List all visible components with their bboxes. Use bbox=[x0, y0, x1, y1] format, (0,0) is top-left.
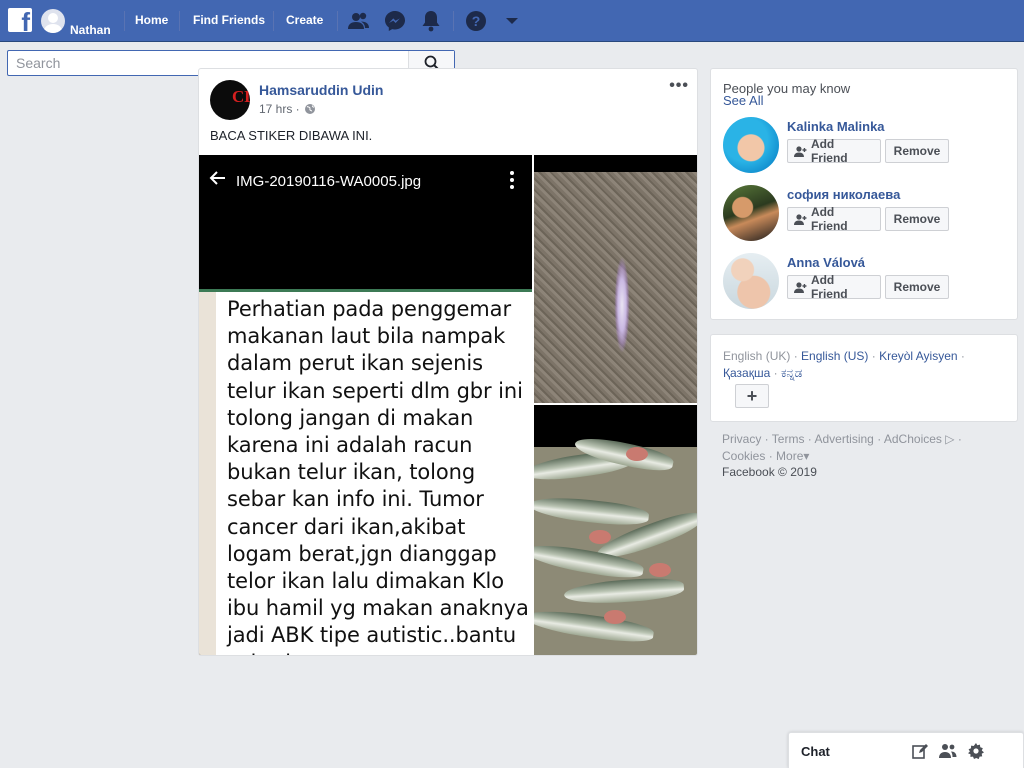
footer-more[interactable]: More bbox=[776, 449, 803, 463]
post-author-name[interactable]: Hamsaruddin Udin bbox=[259, 82, 383, 98]
user-avatar[interactable] bbox=[41, 9, 65, 33]
add-friend-button[interactable]: Add Friend bbox=[787, 137, 881, 165]
footer-terms[interactable]: Terms bbox=[772, 432, 805, 446]
see-all-link[interactable]: See All bbox=[723, 93, 763, 108]
remove-label: Remove bbox=[893, 212, 941, 226]
person-name[interactable]: Anna Válová bbox=[787, 255, 865, 270]
add-friend-icon bbox=[794, 213, 807, 225]
suggested-person: софия николаева Add Friend Remove bbox=[723, 185, 1013, 243]
footer-cookies[interactable]: Cookies bbox=[722, 449, 765, 463]
fish-gut-mark bbox=[649, 563, 671, 577]
person-name[interactable]: софия николаева bbox=[787, 187, 900, 202]
suggested-person: Kalinka Malinka Add Friend Remove bbox=[723, 117, 1013, 175]
post-author-avatar[interactable]: CL bbox=[210, 80, 250, 120]
add-friend-button[interactable]: Add Friend bbox=[787, 273, 881, 301]
add-friend-button[interactable]: Add Friend bbox=[787, 205, 881, 233]
footer-privacy[interactable]: Privacy bbox=[722, 432, 761, 446]
svg-text:?: ? bbox=[472, 13, 481, 29]
help-icon[interactable]: ? bbox=[465, 10, 487, 32]
chat-background: Perhatian pada penggemar makanan laut bi… bbox=[199, 292, 532, 655]
more-caret-icon: ▾ bbox=[803, 449, 810, 463]
language-option-kazakh[interactable]: Қазақша bbox=[723, 366, 770, 380]
globe-icon bbox=[304, 104, 315, 114]
top-navigation-bar: f Nathan Home Find Friends Create ? bbox=[0, 0, 1024, 42]
adchoices-icon: ▷ bbox=[945, 432, 955, 446]
remove-button[interactable]: Remove bbox=[885, 139, 949, 163]
facebook-logo[interactable]: f bbox=[8, 8, 32, 32]
nav-find-friends[interactable]: Find Friends bbox=[193, 13, 265, 27]
post-photo-sea-worm[interactable] bbox=[534, 155, 697, 403]
post-text: BACA STIKER DIBAWA INI. bbox=[210, 128, 373, 143]
post-options-icon[interactable]: ••• bbox=[669, 77, 689, 95]
post-timestamp[interactable]: 17 hrs · bbox=[259, 102, 300, 116]
remove-button[interactable]: Remove bbox=[885, 207, 949, 231]
language-option-kannada[interactable]: ಕನ್ನಡ bbox=[781, 366, 802, 380]
nav-divider bbox=[124, 11, 125, 31]
new-message-icon[interactable] bbox=[911, 742, 929, 760]
add-language-button[interactable]: + bbox=[735, 384, 769, 408]
add-friend-label: Add Friend bbox=[810, 205, 848, 233]
account-menu-icon[interactable] bbox=[501, 10, 523, 32]
footer-advertising[interactable]: Advertising bbox=[814, 432, 873, 446]
image-viewer-header: IMG-20190116-WA0005.jpg bbox=[199, 155, 532, 289]
add-friend-icon bbox=[794, 145, 807, 157]
chat-settings-gear-icon[interactable] bbox=[967, 742, 985, 760]
post-meta: 17 hrs · bbox=[259, 102, 316, 116]
remove-label: Remove bbox=[893, 280, 941, 294]
image-file-name: IMG-20190116-WA0005.jpg bbox=[236, 173, 422, 190]
kebab-menu-icon bbox=[510, 171, 514, 189]
back-arrow-icon bbox=[209, 169, 227, 193]
fish-shape bbox=[534, 493, 650, 529]
footer-links: Privacy · Terms · Advertising · AdChoice… bbox=[722, 432, 962, 463]
language-row: English (UK) · English (US) · Kreyòl Ayi… bbox=[723, 349, 965, 363]
fish-gut-mark bbox=[604, 610, 626, 624]
suggested-person: Anna Válová Add Friend Remove bbox=[723, 253, 1013, 311]
fish-shape bbox=[563, 575, 685, 607]
nav-create[interactable]: Create bbox=[286, 13, 323, 27]
remove-button[interactable]: Remove bbox=[885, 275, 949, 299]
language-row: Қазақша · ಕನ್ನಡ bbox=[723, 366, 803, 380]
people-you-may-know-panel: People you may know See All Kalinka Mali… bbox=[710, 68, 1018, 320]
user-name[interactable]: Nathan bbox=[70, 23, 111, 37]
person-name[interactable]: Kalinka Malinka bbox=[787, 119, 885, 134]
add-friend-label: Add Friend bbox=[810, 273, 848, 301]
current-language: English (UK) bbox=[723, 349, 791, 363]
create-group-icon[interactable] bbox=[939, 742, 957, 760]
fish-gut-mark bbox=[589, 530, 611, 544]
person-photo[interactable] bbox=[723, 117, 779, 173]
add-friend-icon bbox=[794, 281, 807, 293]
remove-label: Remove bbox=[893, 144, 941, 158]
language-option-english-us[interactable]: English (US) bbox=[801, 349, 868, 363]
messenger-icon[interactable] bbox=[384, 10, 406, 32]
nav-divider bbox=[273, 11, 274, 31]
nav-divider bbox=[453, 11, 454, 31]
nav-home[interactable]: Home bbox=[135, 13, 168, 27]
fish-gut-mark bbox=[626, 447, 648, 461]
notifications-icon[interactable] bbox=[420, 10, 442, 32]
copyright: Facebook © 2019 bbox=[722, 465, 817, 479]
message-bubble: Perhatian pada penggemar makanan laut bi… bbox=[216, 292, 532, 655]
post-photo-fish[interactable] bbox=[534, 405, 697, 655]
friend-requests-icon[interactable] bbox=[348, 10, 370, 32]
chat-bar[interactable]: Chat bbox=[788, 732, 1024, 768]
post-photo-screenshot[interactable]: IMG-20190116-WA0005.jpg Perhatian pada p… bbox=[199, 155, 532, 655]
photo-black-band bbox=[534, 155, 697, 172]
footer-adchoices[interactable]: AdChoices bbox=[884, 432, 942, 446]
add-friend-label: Add Friend bbox=[810, 137, 848, 165]
language-panel: English (UK) · English (US) · Kreyòl Ayi… bbox=[710, 334, 1018, 422]
fish-shape bbox=[534, 606, 655, 646]
news-feed-post: CL Hamsaruddin Udin 17 hrs · ••• BACA ST… bbox=[198, 68, 698, 656]
chat-label: Chat bbox=[801, 744, 830, 759]
language-option-kreyol[interactable]: Kreyòl Ayisyen bbox=[879, 349, 958, 363]
nav-divider bbox=[337, 11, 338, 31]
person-photo[interactable] bbox=[723, 253, 779, 309]
person-photo[interactable] bbox=[723, 185, 779, 241]
nav-divider bbox=[179, 11, 180, 31]
